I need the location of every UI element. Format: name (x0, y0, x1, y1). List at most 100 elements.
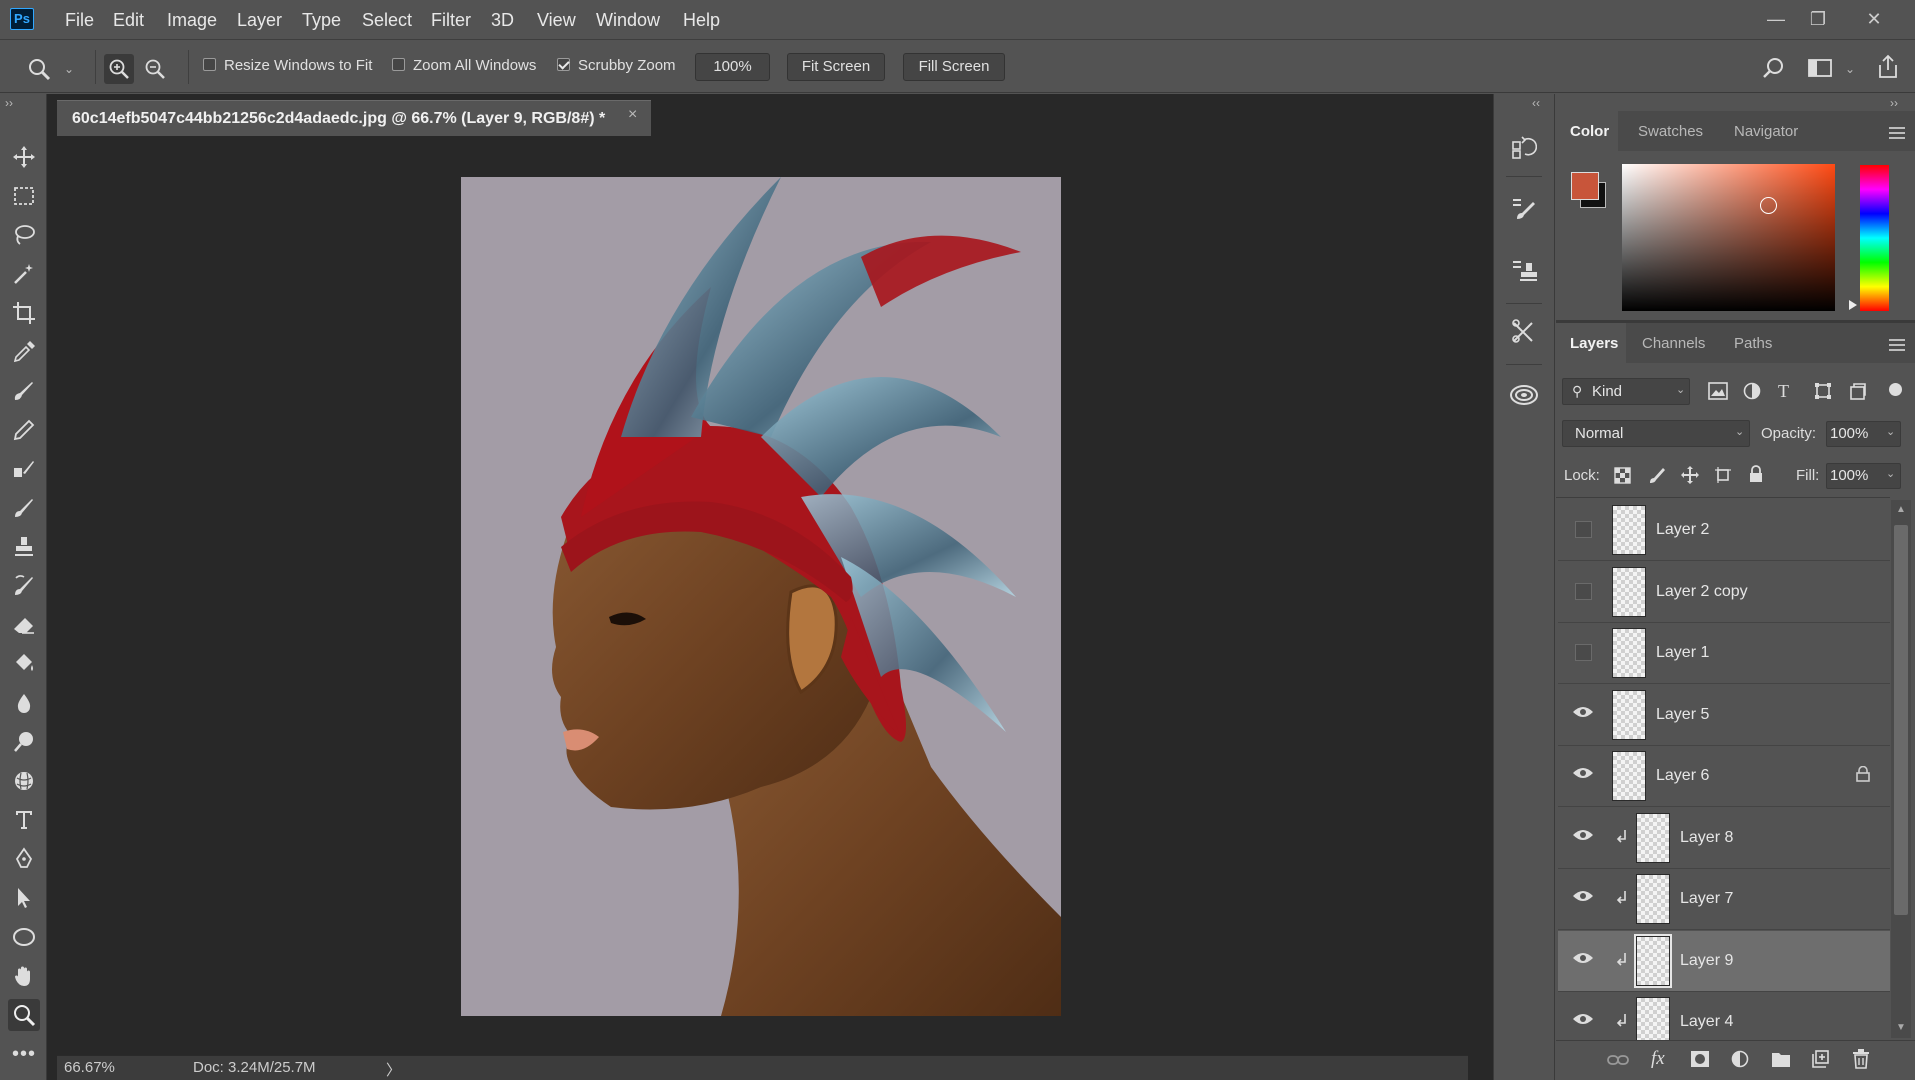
menu-filter[interactable]: Filter (431, 10, 471, 31)
healing-brush-tool-icon[interactable] (8, 375, 40, 407)
menu-image[interactable]: Image (167, 10, 217, 31)
history-panel-icon[interactable] (1508, 131, 1540, 163)
layer-thumbnail[interactable] (1612, 628, 1646, 678)
close-tab-icon[interactable]: × (628, 106, 637, 124)
blur-tool-icon[interactable] (8, 687, 40, 719)
eraser-tool-icon[interactable] (8, 609, 40, 641)
tab-navigator[interactable]: Navigator (1734, 123, 1798, 140)
layer-style-icon[interactable]: fx (1651, 1048, 1665, 1070)
filter-pixel-icon[interactable] (1708, 382, 1728, 400)
new-layer-icon[interactable] (1811, 1050, 1829, 1068)
layer-name[interactable]: Layer 7 (1680, 890, 1733, 908)
restore-icon[interactable]: ❐ (1800, 5, 1836, 33)
collapse-right-icon[interactable]: ›› (1890, 96, 1898, 110)
tab-color[interactable]: Color (1570, 123, 1609, 140)
brush-settings-icon[interactable] (1508, 193, 1540, 225)
layer-row[interactable]: Layer 2 (1558, 500, 1890, 561)
canvas-artwork[interactable] (461, 177, 1061, 1016)
zoom-tool-preset-icon[interactable] (26, 56, 52, 82)
resize-windows-checkbox[interactable] (203, 58, 216, 71)
eye-icon[interactable] (1572, 766, 1594, 780)
menu-edit[interactable]: Edit (113, 10, 144, 31)
3d-sphere-tool-icon[interactable] (8, 765, 40, 797)
layer-name[interactable]: Layer 6 (1656, 767, 1709, 785)
new-adjustment-layer-icon[interactable] (1731, 1050, 1749, 1068)
menu-select[interactable]: Select (362, 10, 412, 31)
lock-image-pixels-icon[interactable] (1648, 466, 1666, 484)
zoom-tool-icon[interactable] (8, 999, 40, 1031)
delete-layer-icon[interactable] (1852, 1049, 1870, 1069)
link-layers-icon[interactable] (1607, 1052, 1629, 1068)
layer-row[interactable]: Layer 6 (1558, 746, 1890, 807)
layer-thumbnail[interactable] (1636, 874, 1670, 924)
paint-bucket-tool-icon[interactable] (8, 648, 40, 680)
hand-tool-icon[interactable] (8, 960, 40, 992)
zoom-all-windows-checkbox[interactable] (392, 58, 405, 71)
tool-presets-icon[interactable] (1508, 315, 1540, 347)
filter-shape-icon[interactable] (1814, 382, 1832, 400)
collapse-toolbar-icon[interactable]: ›› (5, 96, 13, 110)
color-field[interactable] (1622, 164, 1835, 311)
menu-view[interactable]: View (537, 10, 576, 31)
history-brush-tool-icon[interactable] (8, 570, 40, 602)
layer-name[interactable]: Layer 1 (1656, 644, 1709, 662)
collapse-panels-icon[interactable]: ‹‹ (1532, 96, 1540, 110)
filter-toggle-icon[interactable] (1889, 383, 1902, 396)
lock-all-icon[interactable] (1748, 465, 1764, 483)
chevron-down-icon[interactable]: ⌄ (1886, 425, 1895, 438)
layer-thumbnail[interactable] (1612, 567, 1646, 617)
path-selection-tool-icon[interactable] (8, 882, 40, 914)
fit-screen-button[interactable]: Fit Screen (787, 53, 885, 81)
menu-3d[interactable]: 3D (491, 10, 514, 31)
layer-row[interactable]: Layer 7 (1558, 869, 1890, 930)
dodge-tool-icon[interactable] (8, 726, 40, 758)
tab-swatches[interactable]: Swatches (1638, 123, 1703, 140)
brush-tool-icon[interactable] (8, 492, 40, 524)
libraries-icon[interactable] (1508, 378, 1540, 410)
type-tool-icon[interactable] (8, 804, 40, 836)
eye-icon[interactable] (1572, 828, 1594, 842)
menu-file[interactable]: File (65, 10, 94, 31)
menu-window[interactable]: Window (596, 10, 660, 31)
eye-icon[interactable] (1572, 1012, 1594, 1026)
zoom-in-icon[interactable] (104, 54, 134, 84)
layer-row[interactable]: Layer 5 (1558, 685, 1890, 746)
pencil-tool-icon[interactable] (8, 414, 40, 446)
visibility-toggle-empty[interactable] (1575, 521, 1592, 538)
workspace-icon[interactable] (1808, 58, 1832, 78)
ellipse-tool-icon[interactable] (8, 921, 40, 953)
fill-screen-button[interactable]: Fill Screen (903, 53, 1005, 81)
hue-slider-marker[interactable] (1849, 300, 1857, 310)
zoom-100-button[interactable]: 100% (695, 53, 770, 81)
visibility-toggle-empty[interactable] (1575, 644, 1592, 661)
layers-scroll-thumb[interactable] (1894, 525, 1908, 915)
menu-type[interactable]: Type (302, 10, 341, 31)
layer-name[interactable]: Layer 2 (1656, 521, 1709, 539)
minimize-icon[interactable]: — (1758, 5, 1794, 33)
menu-layer[interactable]: Layer (237, 10, 282, 31)
stamp-tool-icon[interactable] (8, 531, 40, 563)
eye-icon[interactable] (1572, 889, 1594, 903)
eye-icon[interactable] (1572, 705, 1594, 719)
lock-transparent-pixels-icon[interactable] (1614, 467, 1631, 484)
foreground-color-swatch[interactable] (1571, 172, 1599, 200)
menu-help[interactable]: Help (683, 10, 720, 31)
visibility-toggle-empty[interactable] (1575, 583, 1592, 600)
close-window-icon[interactable]: ✕ (1856, 5, 1892, 33)
new-group-icon[interactable] (1771, 1050, 1791, 1068)
layer-name[interactable]: Layer 8 (1680, 829, 1733, 847)
filter-type-icon[interactable]: T (1778, 381, 1789, 402)
more-tools-icon[interactable]: ••• (8, 1038, 40, 1070)
filter-smart-object-icon[interactable] (1849, 382, 1867, 400)
share-icon[interactable] (1876, 54, 1900, 80)
search-icon[interactable] (1762, 56, 1786, 80)
layer-row[interactable]: Layer 9 (1558, 931, 1890, 992)
crop-tool-icon[interactable] (8, 297, 40, 329)
layer-row[interactable]: Layer 8 (1558, 808, 1890, 869)
status-menu-arrow[interactable]: 〉 (386, 1059, 401, 1080)
add-mask-icon[interactable] (1690, 1050, 1710, 1068)
pen-tool-icon[interactable] (8, 843, 40, 875)
layer-thumbnail[interactable] (1612, 505, 1646, 555)
lasso-tool-icon[interactable] (8, 219, 40, 251)
layer-row[interactable]: Layer 1 (1558, 623, 1890, 684)
